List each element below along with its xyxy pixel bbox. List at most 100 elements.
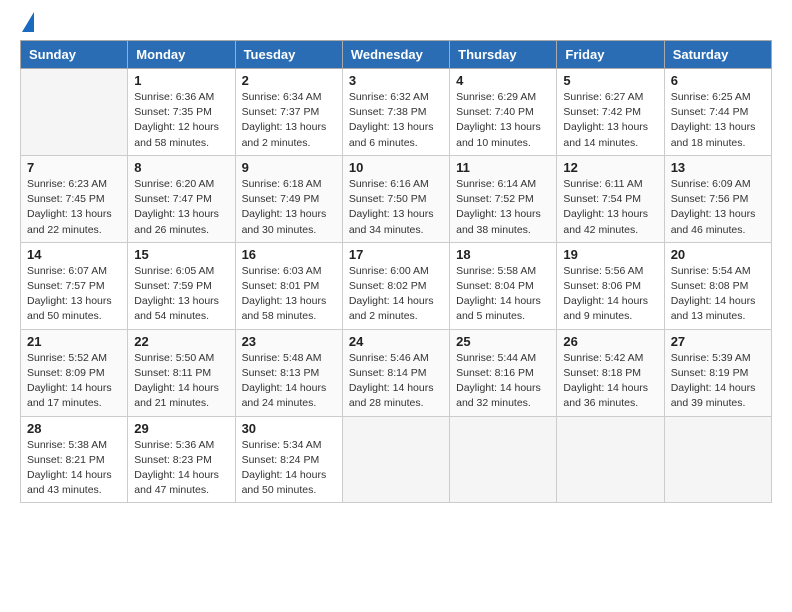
calendar-day-cell: 23 Sunrise: 5:48 AM Sunset: 8:13 PM Dayli… — [235, 329, 342, 416]
day-number: 4 — [456, 73, 550, 88]
day-of-week-header: Sunday — [21, 41, 128, 69]
calendar-day-cell: 27 Sunrise: 5:39 AM Sunset: 8:19 PM Dayli… — [664, 329, 771, 416]
calendar-day-cell — [21, 69, 128, 156]
day-info: Sunrise: 5:54 AM Sunset: 8:08 PM Dayligh… — [671, 264, 765, 325]
calendar-day-cell: 26 Sunrise: 5:42 AM Sunset: 8:18 PM Dayli… — [557, 329, 664, 416]
day-number: 10 — [349, 160, 443, 175]
calendar-day-cell: 16Sunrise: 6:03 AM Sunset: 8:01 PM Dayli… — [235, 242, 342, 329]
calendar-day-cell: 18Sunrise: 5:58 AM Sunset: 8:04 PM Dayli… — [450, 242, 557, 329]
calendar-day-cell: 3 Sunrise: 6:32 AM Sunset: 7:38 PM Daylig… — [342, 69, 449, 156]
day-number: 13 — [671, 160, 765, 175]
calendar-day-cell: 21Sunrise: 5:52 AM Sunset: 8:09 PM Dayli… — [21, 329, 128, 416]
day-info: Sunrise: 6:29 AM Sunset: 7:40 PM Dayligh… — [456, 90, 550, 151]
day-number: 8 — [134, 160, 228, 175]
calendar-day-cell: 8 Sunrise: 6:20 AM Sunset: 7:47 PM Daylig… — [128, 155, 235, 242]
day-info: Sunrise: 6:05 AM Sunset: 7:59 PM Dayligh… — [134, 264, 228, 325]
day-number: 17 — [349, 247, 443, 262]
day-info: Sunrise: 6:27 AM Sunset: 7:42 PM Dayligh… — [563, 90, 657, 151]
calendar-week-row: 1 Sunrise: 6:36 AM Sunset: 7:35 PM Daylig… — [21, 69, 772, 156]
day-info: Sunrise: 5:50 AM Sunset: 8:11 PM Dayligh… — [134, 351, 228, 412]
calendar-day-cell: 30 Sunrise: 5:34 AM Sunset: 8:24 PM Dayli… — [235, 416, 342, 503]
calendar-week-row: 7 Sunrise: 6:23 AM Sunset: 7:45 PM Daylig… — [21, 155, 772, 242]
day-info: Sunrise: 6:09 AM Sunset: 7:56 PM Dayligh… — [671, 177, 765, 238]
calendar-day-cell: 25 Sunrise: 5:44 AM Sunset: 8:16 PM Dayli… — [450, 329, 557, 416]
day-of-week-header: Friday — [557, 41, 664, 69]
day-info: Sunrise: 5:42 AM Sunset: 8:18 PM Dayligh… — [563, 351, 657, 412]
day-number: 11 — [456, 160, 550, 175]
calendar-day-cell: 10 Sunrise: 6:16 AM Sunset: 7:50 PM Dayli… — [342, 155, 449, 242]
calendar-day-cell: 11 Sunrise: 6:14 AM Sunset: 7:52 PM Dayli… — [450, 155, 557, 242]
calendar-day-cell: 5 Sunrise: 6:27 AM Sunset: 7:42 PM Daylig… — [557, 69, 664, 156]
calendar-day-cell: 9 Sunrise: 6:18 AM Sunset: 7:49 PM Daylig… — [235, 155, 342, 242]
day-info: Sunrise: 5:34 AM Sunset: 8:24 PM Dayligh… — [242, 438, 336, 499]
day-info: Sunrise: 6:16 AM Sunset: 7:50 PM Dayligh… — [349, 177, 443, 238]
day-info: Sunrise: 5:58 AM Sunset: 8:04 PM Dayligh… — [456, 264, 550, 325]
calendar-day-cell: 12Sunrise: 6:11 AM Sunset: 7:54 PM Dayli… — [557, 155, 664, 242]
day-info: Sunrise: 5:39 AM Sunset: 8:19 PM Dayligh… — [671, 351, 765, 412]
day-info: Sunrise: 6:00 AM Sunset: 8:02 PM Dayligh… — [349, 264, 443, 325]
day-info: Sunrise: 6:03 AM Sunset: 8:01 PM Dayligh… — [242, 264, 336, 325]
day-info: Sunrise: 6:32 AM Sunset: 7:38 PM Dayligh… — [349, 90, 443, 151]
day-info: Sunrise: 6:14 AM Sunset: 7:52 PM Dayligh… — [456, 177, 550, 238]
day-number: 20 — [671, 247, 765, 262]
day-of-week-header: Monday — [128, 41, 235, 69]
calendar-day-cell: 20 Sunrise: 5:54 AM Sunset: 8:08 PM Dayli… — [664, 242, 771, 329]
calendar-day-cell: 13 Sunrise: 6:09 AM Sunset: 7:56 PM Dayli… — [664, 155, 771, 242]
day-info: Sunrise: 6:07 AM Sunset: 7:57 PM Dayligh… — [27, 264, 121, 325]
calendar-day-cell: 6 Sunrise: 6:25 AM Sunset: 7:44 PM Daylig… — [664, 69, 771, 156]
day-number: 2 — [242, 73, 336, 88]
day-info: Sunrise: 6:20 AM Sunset: 7:47 PM Dayligh… — [134, 177, 228, 238]
calendar-day-cell: 15 Sunrise: 6:05 AM Sunset: 7:59 PM Dayli… — [128, 242, 235, 329]
day-info: Sunrise: 5:56 AM Sunset: 8:06 PM Dayligh… — [563, 264, 657, 325]
day-number: 14 — [27, 247, 121, 262]
day-number: 28 — [27, 421, 121, 436]
day-of-week-header: Thursday — [450, 41, 557, 69]
day-info: Sunrise: 6:23 AM Sunset: 7:45 PM Dayligh… — [27, 177, 121, 238]
days-header-row: SundayMondayTuesdayWednesdayThursdayFrid… — [21, 41, 772, 69]
calendar-week-row: 14 Sunrise: 6:07 AM Sunset: 7:57 PM Dayli… — [21, 242, 772, 329]
day-info: Sunrise: 6:18 AM Sunset: 7:49 PM Dayligh… — [242, 177, 336, 238]
calendar-day-cell — [342, 416, 449, 503]
day-of-week-header: Saturday — [664, 41, 771, 69]
day-info: Sunrise: 6:34 AM Sunset: 7:37 PM Dayligh… — [242, 90, 336, 151]
calendar-day-cell: 2 Sunrise: 6:34 AM Sunset: 7:37 PM Daylig… — [235, 69, 342, 156]
day-of-week-header: Wednesday — [342, 41, 449, 69]
day-number: 15 — [134, 247, 228, 262]
calendar-day-cell: 24Sunrise: 5:46 AM Sunset: 8:14 PM Dayli… — [342, 329, 449, 416]
day-info: Sunrise: 5:38 AM Sunset: 8:21 PM Dayligh… — [27, 438, 121, 499]
day-number: 27 — [671, 334, 765, 349]
calendar-week-row: 21Sunrise: 5:52 AM Sunset: 8:09 PM Dayli… — [21, 329, 772, 416]
day-number: 1 — [134, 73, 228, 88]
day-number: 30 — [242, 421, 336, 436]
day-number: 29 — [134, 421, 228, 436]
page-header — [20, 16, 772, 32]
day-number: 5 — [563, 73, 657, 88]
calendar-day-cell: 28 Sunrise: 5:38 AM Sunset: 8:21 PM Dayli… — [21, 416, 128, 503]
day-number: 25 — [456, 334, 550, 349]
day-number: 21 — [27, 334, 121, 349]
logo — [20, 16, 34, 32]
day-number: 22 — [134, 334, 228, 349]
calendar-day-cell — [557, 416, 664, 503]
day-info: Sunrise: 6:36 AM Sunset: 7:35 PM Dayligh… — [134, 90, 228, 151]
day-number: 26 — [563, 334, 657, 349]
calendar-table: SundayMondayTuesdayWednesdayThursdayFrid… — [20, 40, 772, 503]
day-info: Sunrise: 5:46 AM Sunset: 8:14 PM Dayligh… — [349, 351, 443, 412]
day-info: Sunrise: 6:25 AM Sunset: 7:44 PM Dayligh… — [671, 90, 765, 151]
day-number: 23 — [242, 334, 336, 349]
day-number: 9 — [242, 160, 336, 175]
day-info: Sunrise: 5:44 AM Sunset: 8:16 PM Dayligh… — [456, 351, 550, 412]
calendar-day-cell: 22 Sunrise: 5:50 AM Sunset: 8:11 PM Dayli… — [128, 329, 235, 416]
logo-triangle-icon — [22, 12, 34, 32]
day-number: 6 — [671, 73, 765, 88]
calendar-day-cell: 4 Sunrise: 6:29 AM Sunset: 7:40 PM Daylig… — [450, 69, 557, 156]
calendar-day-cell: 29 Sunrise: 5:36 AM Sunset: 8:23 PM Dayli… — [128, 416, 235, 503]
day-info: Sunrise: 5:36 AM Sunset: 8:23 PM Dayligh… — [134, 438, 228, 499]
calendar-week-row: 28 Sunrise: 5:38 AM Sunset: 8:21 PM Dayli… — [21, 416, 772, 503]
day-number: 3 — [349, 73, 443, 88]
day-info: Sunrise: 5:48 AM Sunset: 8:13 PM Dayligh… — [242, 351, 336, 412]
day-number: 19 — [563, 247, 657, 262]
day-info: Sunrise: 6:11 AM Sunset: 7:54 PM Dayligh… — [563, 177, 657, 238]
day-number: 7 — [27, 160, 121, 175]
calendar-day-cell — [664, 416, 771, 503]
